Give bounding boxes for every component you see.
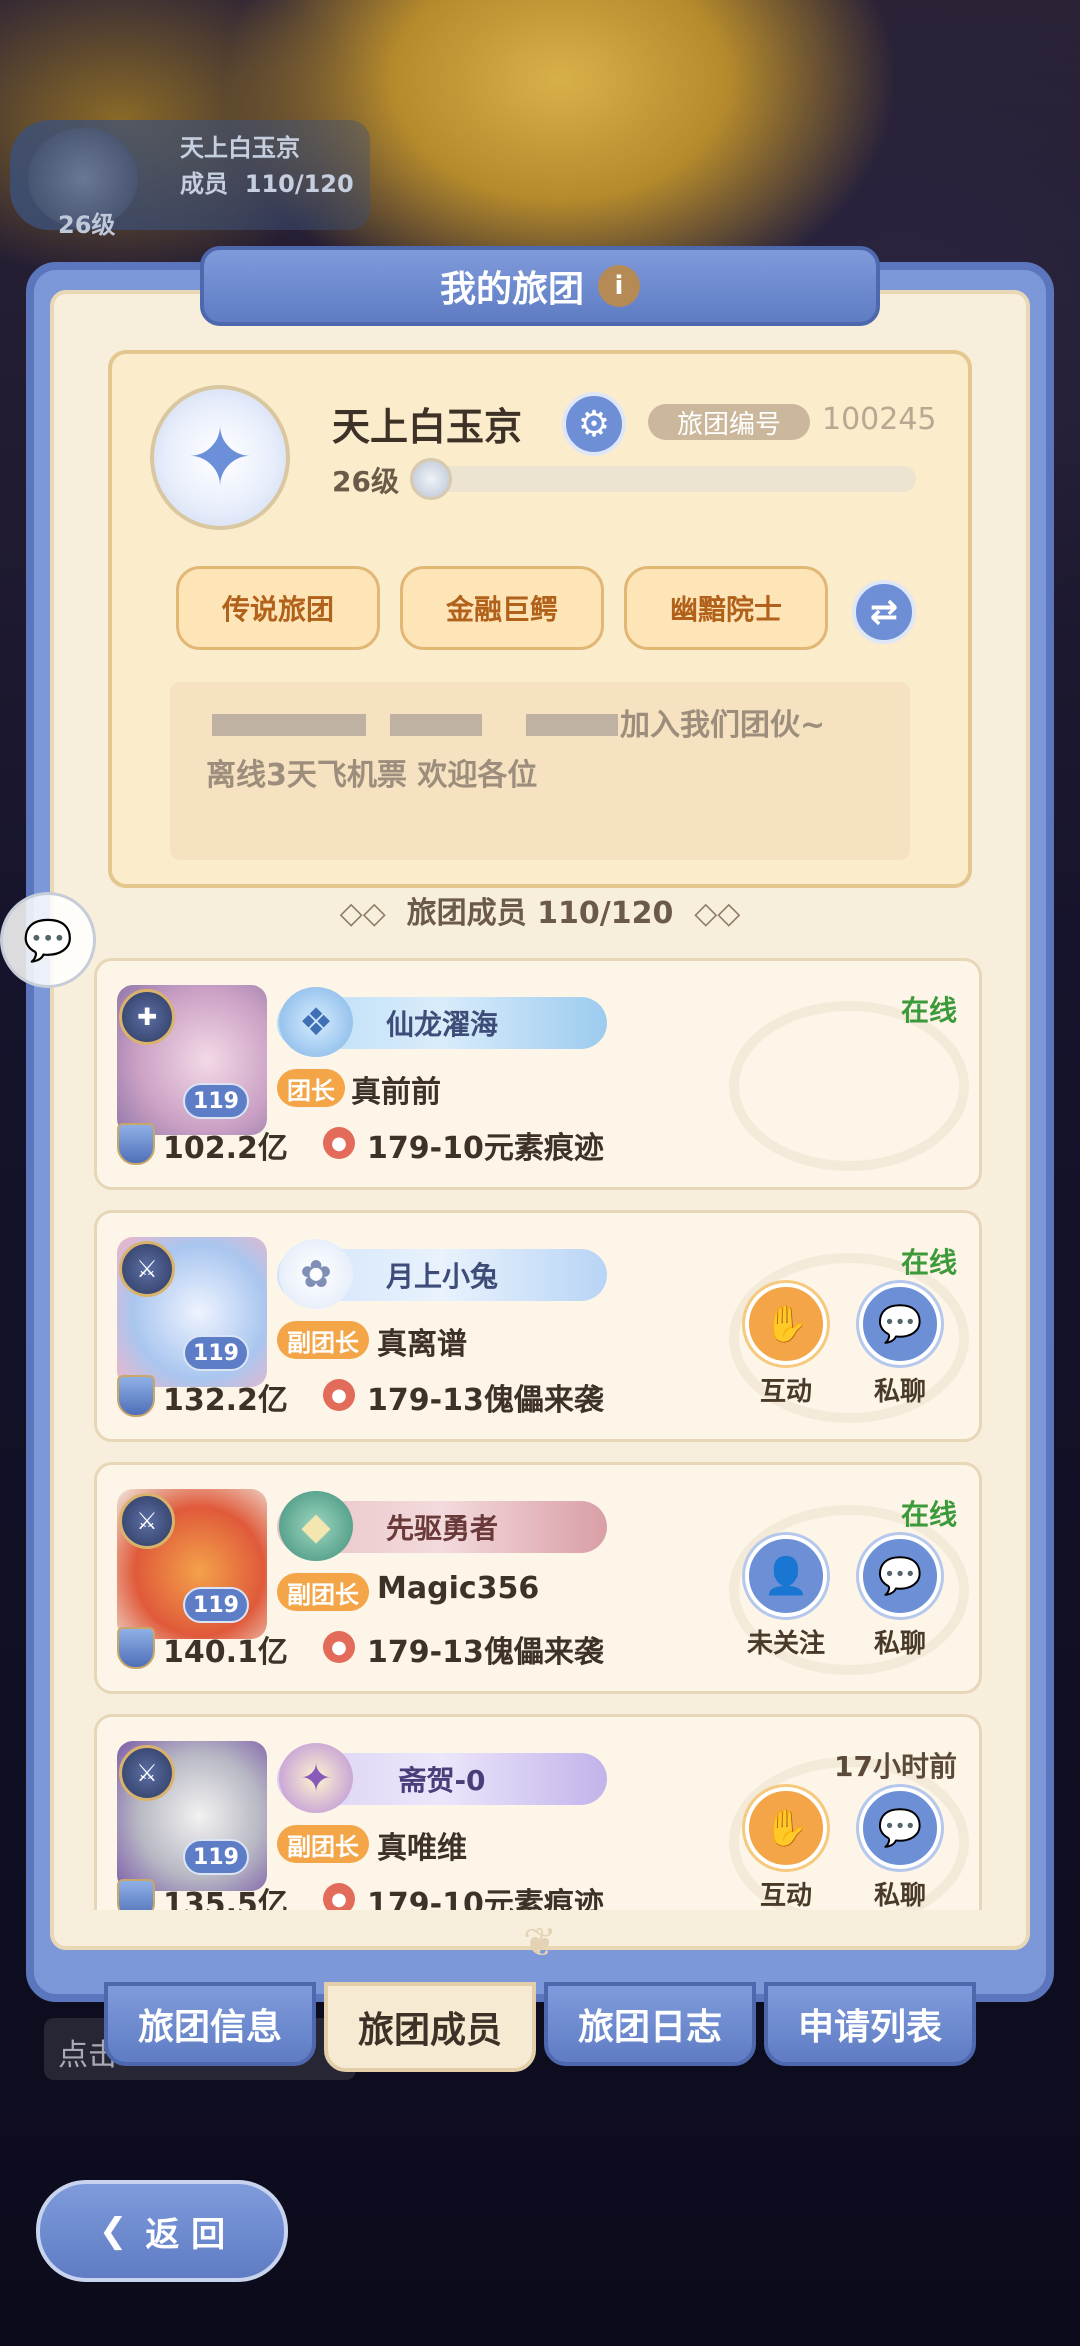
interact-label: 互动 — [759, 1881, 812, 1910]
chat-icon[interactable]: 💬 — [859, 1535, 941, 1617]
member-level: 119 — [183, 1839, 249, 1875]
private-chat-label: 私聊 — [873, 1881, 926, 1910]
back-button[interactable]: ❮ 返 回 — [36, 2180, 288, 2282]
follow-label: 未关注 — [746, 1629, 825, 1659]
ornament-left-icon: ◇◇ — [339, 896, 386, 931]
rabbit-icon: ✿ — [279, 1239, 353, 1309]
member-stage: 179-10元素痕迹 — [367, 1887, 604, 1910]
tab-apply-list[interactable]: 申请列表 — [764, 1982, 976, 2066]
handshake-icon[interactable]: ✋ — [745, 1283, 827, 1365]
swap-icon[interactable]: ⇄ — [852, 580, 916, 644]
guild-name: 天上白玉京 — [332, 405, 523, 449]
rank-icon: ✚ — [119, 989, 175, 1045]
member-level: 119 — [183, 1587, 249, 1623]
member-status: 在线 — [900, 1498, 957, 1531]
announcement-line-2: 离线3天飞机票 欢迎各位 — [206, 758, 538, 793]
guild-id: 100245 — [822, 402, 937, 437]
guild-wings-emblem-icon: ✦ — [150, 385, 290, 530]
top-guild-members: 成员 110/120 — [180, 170, 354, 198]
member-name: 真前前 — [351, 1075, 441, 1110]
private-chat-label: 私聊 — [873, 1629, 926, 1659]
interact-label: 互动 — [759, 1377, 812, 1407]
member-power: 140.1亿 — [163, 1635, 288, 1670]
announcement-line-1: 加入我们团伙~ — [620, 708, 826, 743]
redacted-text — [390, 714, 482, 736]
guild-level-bar — [430, 466, 916, 492]
guild-title-badge[interactable]: 金融巨鳄 — [400, 566, 604, 650]
tab-guild-info[interactable]: 旅团信息 — [104, 1982, 316, 2066]
redacted-text — [526, 714, 618, 736]
guild-id-label: 旅团编号 — [648, 404, 810, 440]
private-chat-label: 私聊 — [873, 1377, 926, 1407]
gear-icon[interactable]: ⚙ — [562, 392, 626, 456]
dragon-icon: ❖ — [279, 987, 353, 1057]
member-role: 副团长 — [277, 1825, 369, 1863]
tab-guild-log[interactable]: 旅团日志 — [544, 1982, 756, 2066]
power-shield-icon — [117, 1375, 155, 1417]
member-power: 132.2亿 — [163, 1383, 288, 1418]
member-status: 17小时前 — [834, 1750, 957, 1783]
guild-level: 26级 — [332, 465, 399, 498]
star-emblem-icon: ✦ — [279, 1743, 353, 1813]
location-pin-icon: ● — [323, 1379, 355, 1411]
panel-title-banner: 我的旅团 i — [200, 246, 880, 326]
member-row[interactable]: ⚔ 119 斋贺-0 ✦ 副团长 真唯维 135.5亿 ● 179-10元素痕迹… — [94, 1714, 982, 1910]
member-power: 102.2亿 — [163, 1131, 288, 1166]
member-stage: 179-10元素痕迹 — [367, 1131, 604, 1166]
location-pin-icon: ● — [323, 1127, 355, 1159]
guild-title-badge[interactable]: 幽黯院士 — [624, 566, 828, 650]
top-guild-level: 26级 — [58, 211, 116, 239]
chat-icon[interactable]: 💬 — [859, 1283, 941, 1365]
power-shield-icon — [117, 1879, 155, 1910]
power-shield-icon — [117, 1627, 155, 1669]
power-shield-icon — [117, 1123, 155, 1165]
rank-icon: ⚔ — [119, 1745, 175, 1801]
member-name: 真离谱 — [377, 1327, 467, 1362]
member-role: 副团长 — [277, 1321, 369, 1359]
redacted-text — [212, 714, 366, 736]
bottom-ornament-icon: ❦ — [523, 1920, 557, 1966]
members-section-title: ◇◇ 旅团成员 110/120 ◇◇ — [339, 896, 741, 931]
chat-icon[interactable]: 💬 — [859, 1787, 941, 1869]
guild-title-badge[interactable]: 传说旅团 — [176, 566, 380, 650]
member-power: 135.5亿 — [163, 1887, 288, 1910]
member-stage: 179-13傀儡来袭 — [367, 1635, 604, 1670]
panel-title: 我的旅团 — [439, 269, 584, 310]
member-row[interactable]: ⚔ 119 先驱勇者 ◆ 副团长 Magic356 140.1亿 ● 179-1… — [94, 1462, 982, 1694]
rank-icon: ⚔ — [119, 1241, 175, 1297]
member-role: 团长 — [277, 1069, 345, 1107]
member-row[interactable]: ⚔ 119 月上小兔 ✿ 副团长 真离谱 132.2亿 ● 179-13傀儡来袭… — [94, 1210, 982, 1442]
follow-icon[interactable]: 👤 — [745, 1535, 827, 1617]
member-row[interactable]: ✚ 119 仙龙濯海 ❖ 团长 真前前 102.2亿 ● 179-10元素痕迹 … — [94, 958, 982, 1190]
ornament-right-icon: ◇◇ — [694, 896, 741, 931]
member-status: 在线 — [900, 1246, 957, 1279]
member-list[interactable]: ✚ 119 仙龙濯海 ❖ 团长 真前前 102.2亿 ● 179-10元素痕迹 … — [80, 950, 1000, 1910]
back-label: 返 回 — [145, 2214, 226, 2255]
member-level: 119 — [183, 1083, 249, 1119]
member-status: 在线 — [900, 994, 957, 1027]
location-pin-icon: ● — [323, 1883, 355, 1910]
location-pin-icon: ● — [323, 1631, 355, 1663]
level-gem-icon — [410, 458, 452, 500]
info-icon[interactable]: i — [598, 265, 640, 307]
tab-guild-members[interactable]: 旅团成员 — [324, 1982, 536, 2072]
shield-emblem-icon: ◆ — [279, 1491, 353, 1561]
back-arrow-icon: ❮ — [98, 2211, 128, 2251]
top-guild-name: 天上白玉京 — [180, 134, 300, 162]
handshake-icon[interactable]: ✋ — [745, 1787, 827, 1869]
rank-icon: ⚔ — [119, 1493, 175, 1549]
member-level: 119 — [183, 1335, 249, 1371]
member-name: Magic356 — [377, 1571, 540, 1606]
member-stage: 179-13傀儡来袭 — [367, 1383, 604, 1418]
member-role: 副团长 — [277, 1573, 369, 1611]
member-name: 真唯维 — [377, 1831, 467, 1866]
